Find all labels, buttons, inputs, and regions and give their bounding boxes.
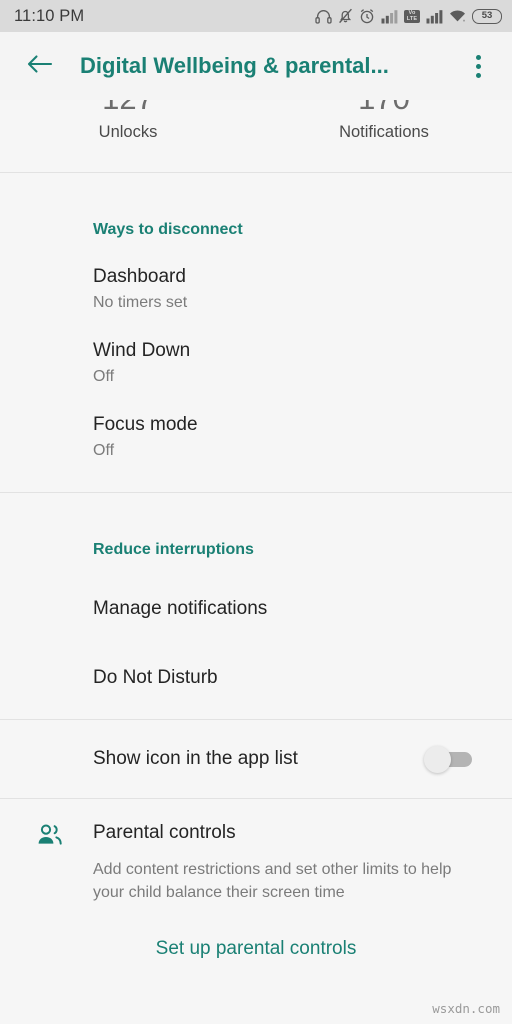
parental-controls-title: Parental controls [93, 822, 236, 843]
battery-icon: 53 [472, 8, 502, 24]
row-subtitle: Off [93, 368, 115, 385]
row-title: Wind Down [93, 340, 191, 361]
row-title: Do Not Disturb [93, 667, 218, 688]
show-icon-toggle[interactable] [424, 745, 472, 773]
row-title: Focus mode [93, 414, 198, 435]
setting-row-manage-notifications[interactable]: Manage notifications [0, 559, 512, 621]
parental-controls-heading: Parental controls [0, 821, 512, 846]
volte-bottom: LTE [406, 16, 418, 22]
stat-value: 170 [358, 100, 410, 114]
more-vertical-icon-dot [475, 72, 481, 78]
wifi-icon [449, 9, 466, 23]
app-screen: 11:10 PM Vo LTE 53 Digital Wellbeing & p… [0, 0, 512, 1024]
watermark: wsxdn.com [432, 1001, 500, 1016]
row-title: Show icon in the app list [93, 748, 298, 769]
stat-notifications[interactable]: 170 Notifications [256, 100, 512, 172]
arrow-left-icon [27, 53, 53, 80]
row-subtitle: Off [93, 442, 115, 459]
signal-bars-icon [381, 9, 398, 24]
page-title: Digital Wellbeing & parental... [80, 53, 389, 78]
battery-level: 53 [481, 10, 493, 22]
setting-row-wind-down[interactable]: Wind Down Off [0, 313, 512, 387]
parental-controls-card: Parental controls Add content restrictio… [0, 799, 512, 960]
row-subtitle: No timers set [93, 294, 188, 311]
row-title: Manage notifications [93, 598, 268, 619]
people-icon [30, 821, 70, 846]
usage-stats-row: 127 Unlocks 170 Notifications [0, 100, 512, 172]
parental-controls-description: Add content restrictions and set other l… [93, 861, 452, 901]
more-vertical-icon-dot [475, 63, 481, 69]
setting-row-focus-mode[interactable]: Focus mode Off [0, 387, 512, 461]
more-vertical-icon-dot [475, 54, 481, 60]
stat-label: Unlocks [98, 123, 158, 141]
stat-value: 127 [102, 100, 154, 114]
status-bar-icons: Vo LTE 53 [315, 8, 502, 24]
set-up-parental-controls-button[interactable]: Set up parental controls [0, 904, 512, 960]
section-header-ways-to-disconnect: Ways to disconnect [93, 221, 243, 238]
alarm-icon [359, 8, 375, 24]
app-bar: Digital Wellbeing & parental... [0, 32, 512, 100]
back-button[interactable] [20, 46, 60, 86]
bell-muted-icon [338, 8, 353, 24]
setting-row-do-not-disturb[interactable]: Do Not Disturb [0, 621, 512, 690]
setting-row-show-icon-in-app-list[interactable]: Show icon in the app list [0, 720, 512, 798]
overflow-menu-button[interactable] [460, 46, 496, 86]
status-bar-clock: 11:10 PM [14, 6, 85, 25]
volte-icon: Vo LTE [404, 9, 420, 23]
section-header-reduce-interruptions: Reduce interruptions [93, 541, 254, 558]
headset-icon [315, 9, 332, 24]
signal-bars-icon [426, 9, 443, 24]
stat-label: Notifications [339, 123, 429, 141]
status-bar: 11:10 PM Vo LTE 53 [0, 0, 512, 32]
stat-unlocks[interactable]: 127 Unlocks [0, 100, 256, 172]
row-title: Dashboard [93, 266, 186, 287]
setting-row-dashboard[interactable]: Dashboard No timers set [0, 239, 512, 313]
toggle-thumb [424, 745, 451, 773]
settings-list: 127 Unlocks 170 Notifications Ways to di… [0, 100, 512, 960]
